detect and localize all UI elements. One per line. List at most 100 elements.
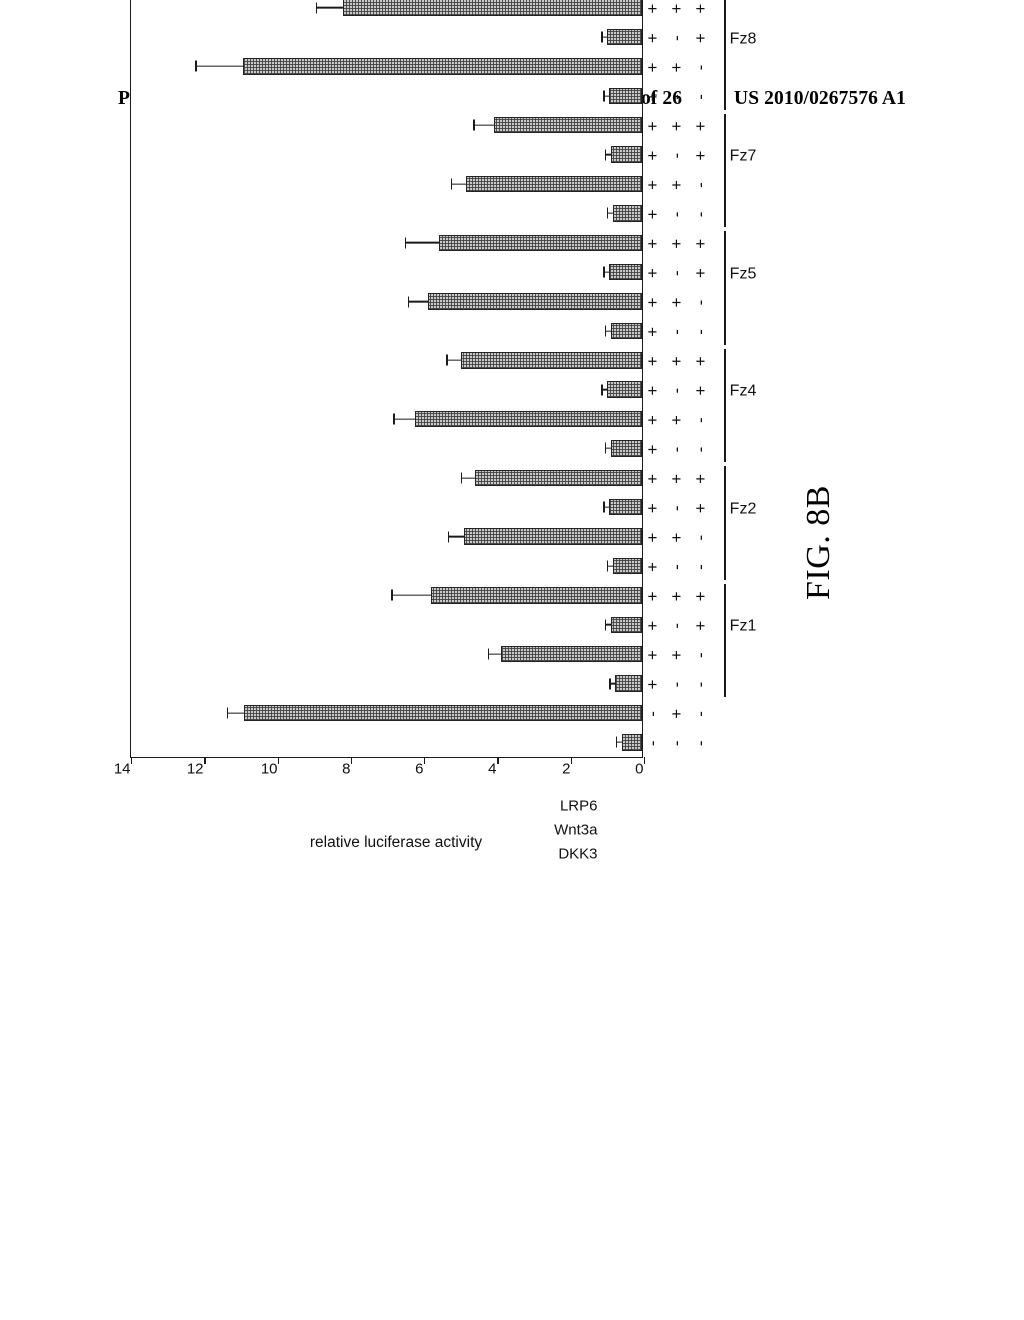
matrix-cell: + [643,562,662,572]
error-bar [394,418,415,420]
axis-tick-label: 2 [561,760,571,778]
matrix-cell: - [643,740,662,747]
matrix-cell: + [643,268,662,279]
error-bar [602,36,608,38]
error-bar [617,741,622,743]
matrix-cell: + [643,180,662,190]
matrix-cell: + [667,180,686,190]
axis-tick-label: 10 [260,760,278,778]
axis-tick [424,757,426,764]
matrix-cell: - [691,299,710,306]
matrix-cell: - [667,564,686,570]
matrix-cell: + [667,415,686,426]
error-bar [227,712,245,714]
bar-slot [131,587,642,604]
matrix-cell: + [643,91,662,102]
matrix-cell: + [691,591,710,602]
matrix-cell: + [691,473,710,484]
matrix-cell: - [667,446,686,453]
matrix-cell: - [691,417,710,423]
error-bar [608,212,613,215]
matrix-cell: + [667,121,686,132]
error-bar-cap [605,619,607,631]
bar [242,58,642,75]
error-bar-cap [609,678,611,690]
error-bar [317,7,344,9]
matrix-row-label: LRP6 [559,797,598,815]
matrix-cell: + [643,297,662,308]
bar-slot [131,322,642,340]
matrix-cell: + [667,473,686,484]
matrix-cell: + [667,708,686,719]
error-bar [604,506,610,508]
bar [612,557,642,575]
bar-slot [131,528,642,545]
bar-slot [131,117,642,134]
matrix-cell: + [643,385,662,396]
bar-slot [131,58,642,75]
error-bar-cap [605,149,607,161]
matrix-row-wnt3a: Wnt3a - + - + - + - + - + - + - + - + - + - + - + - + - + [554,0,689,839]
matrix-cell: - [691,211,710,218]
group-label-fz4: Fz4 [729,383,757,401]
matrix-cell: + [691,620,710,631]
matrix-cell: + [667,3,686,14]
matrix-cell: + [643,121,662,132]
matrix-cell: + [691,356,710,367]
bar [460,352,642,369]
matrix-cell: - [667,152,686,159]
bar-slot [131,87,642,105]
matrix-cell: + [667,62,686,73]
error-bar-cap [603,501,605,513]
matrix-cell: + [643,444,662,455]
bar-slot [131,175,642,193]
matrix-cell: + [643,209,662,220]
rotated-chart-wrapper: 0 2 4 6 8 10 12 14 relative luciferase activity… [112,0,756,863]
error-bar [602,389,608,391]
error-bar [447,359,461,361]
axis-tick [350,757,353,764]
bar-slot [131,263,642,281]
matrix-cell: + [667,356,686,367]
error-bar [392,594,432,597]
matrix-cell: - [691,534,710,541]
matrix-cell: + [667,238,686,249]
matrix-cell: - [691,564,710,570]
matrix-cell: + [643,62,662,73]
matrix-row-lrp6: LRP6 - - + + + + + + + + + + + + + + + + + + + + + + + + [560,0,665,815]
bar [610,322,642,340]
matrix-cell: + [643,503,662,514]
group-bracket [724,348,726,463]
bar [427,293,642,310]
error-bar [606,330,611,332]
bar-slot [131,469,642,487]
bar-slot [131,28,642,46]
bar [609,499,642,516]
error-bar [604,95,610,97]
group-bracket [724,113,726,228]
error-bar [608,565,613,567]
axis-tick [497,757,499,764]
error-bar [606,153,611,156]
matrix-cell: + [667,297,686,308]
matrix-cell: - [667,622,686,629]
matrix-cell: - [667,270,686,277]
error-bar-cap [446,354,448,366]
error-bar-cap [603,90,605,102]
bar [466,175,642,193]
error-bar-cap [226,707,228,719]
axis-tick [277,757,279,764]
bar-chart: 0 2 4 6 8 10 12 14 relative luciferase activity… [112,0,756,863]
matrix-cell: + [643,473,662,484]
bar [244,704,642,722]
error-bar [606,624,611,626]
bar-slot [131,352,642,369]
bar-slot [131,0,642,16]
matrix-cell: + [691,385,710,396]
error-bar-cap [405,237,407,249]
bar [607,381,642,398]
bar-slot [131,293,642,310]
bar-slot [131,381,642,398]
matrix-cell: - [691,182,710,188]
matrix-cell: + [643,3,662,14]
